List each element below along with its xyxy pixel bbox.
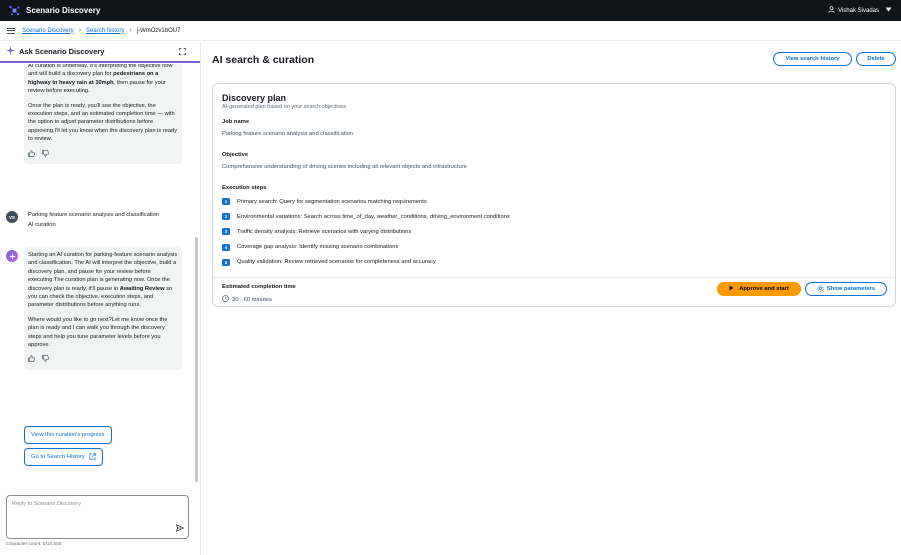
assistant-message: AI curation is underway. It's interpreti… bbox=[24, 64, 182, 165]
user-menu[interactable]: Vishak Sivadas bbox=[828, 0, 892, 21]
user-message-text: Parking feature scenario analysis and cl… bbox=[28, 212, 160, 228]
step-number-badge: 2 bbox=[222, 213, 230, 221]
execution-step: 2 Environmental variations: Search acros… bbox=[222, 213, 510, 221]
view-search-history-button[interactable]: View search history bbox=[773, 52, 852, 66]
chat-history[interactable]: AI curation is underway. It's interpreti… bbox=[0, 64, 201, 502]
clock-icon bbox=[222, 295, 229, 304]
thumbs-down-icon[interactable] bbox=[42, 149, 49, 160]
chevron-right-icon: › bbox=[78, 27, 82, 34]
app-title[interactable]: Scenario Discovery bbox=[26, 6, 100, 15]
user-icon bbox=[828, 6, 835, 15]
breadcrumb-item-search-history[interactable]: Search history bbox=[86, 28, 124, 34]
reply-placeholder: Reply to Scenario Discovery bbox=[12, 501, 82, 507]
estimated-time-label: Estimated completion time bbox=[222, 284, 296, 290]
step-text: Traffic density analysis: Retrieve scena… bbox=[237, 228, 412, 235]
execution-steps-list: 1 Primary search: Query for segmentation… bbox=[222, 198, 510, 274]
menu-icon[interactable] bbox=[7, 27, 15, 34]
execution-step: 3 Traffic density analysis: Retrieve sce… bbox=[222, 228, 510, 236]
user-message: VS Parking feature scenario analysis and… bbox=[6, 211, 186, 230]
assistant-panel-header: Ask Scenario Discovery bbox=[0, 42, 200, 63]
chat-scrollbar[interactable] bbox=[195, 237, 198, 482]
page-title: AI search & curation bbox=[212, 54, 315, 66]
step-number-badge: 3 bbox=[222, 228, 230, 236]
breadcrumb-item-scenario-discovery[interactable]: Scenario Discovery bbox=[22, 28, 74, 34]
discovery-plan-title: Discovery plan bbox=[222, 93, 287, 103]
message-paragraph: Once the plan is ready, you'll see the o… bbox=[28, 102, 178, 143]
step-text: Environmental variations: Search across … bbox=[237, 213, 510, 220]
message-paragraph: Where would you like to go next?Let me k… bbox=[28, 316, 168, 349]
estimated-time: 30 - 60 minutes bbox=[222, 295, 272, 304]
assistant-message: Starting an AI curation for parking-feat… bbox=[24, 247, 182, 370]
assistant-avatar-icon bbox=[6, 250, 18, 262]
breadcrumb: Scenario Discovery › Search history › j-… bbox=[0, 21, 901, 41]
step-text: Quality validation: Review retrieved sce… bbox=[237, 259, 436, 266]
approve-and-start-button[interactable]: Approve and start bbox=[717, 282, 801, 296]
user-name: Vishak Sivadas bbox=[838, 7, 879, 14]
objective-value: Comprehensive understanding of driving s… bbox=[222, 164, 467, 170]
app-logo-icon[interactable] bbox=[8, 4, 21, 17]
top-navigation-bar: Scenario Discovery Vishak Sivadas bbox=[0, 0, 901, 21]
external-link-icon bbox=[89, 452, 96, 462]
discovery-plan-card: Discovery plan AI-generated plan based o… bbox=[212, 83, 896, 307]
feedback-controls bbox=[28, 355, 178, 365]
step-text: Coverage gap analysis: Identify missing … bbox=[237, 244, 399, 251]
play-icon bbox=[729, 285, 734, 293]
chevron-right-icon: › bbox=[129, 27, 132, 34]
job-name-value: Parking feature scenario analysis and cl… bbox=[222, 131, 354, 137]
execution-step: 4 Coverage gap analysis: Identify missin… bbox=[222, 243, 510, 251]
delete-button[interactable]: Delete bbox=[856, 52, 896, 66]
sparkle-icon bbox=[6, 46, 15, 57]
execution-steps-label: Execution steps bbox=[222, 185, 267, 191]
avatar: VS bbox=[6, 211, 18, 223]
settings-icon bbox=[817, 284, 824, 294]
send-icon[interactable] bbox=[175, 524, 185, 534]
thumbs-up-icon[interactable] bbox=[28, 149, 35, 160]
expand-icon[interactable] bbox=[179, 48, 186, 57]
estimated-time-value: 30 - 60 minutes bbox=[232, 296, 272, 303]
step-number-badge: 5 bbox=[222, 258, 230, 266]
step-text: Primary search: Query for segmentation s… bbox=[237, 198, 427, 205]
step-number-badge: 1 bbox=[222, 198, 230, 205]
go-to-search-history-button[interactable]: Go to Search History bbox=[24, 448, 103, 466]
breadcrumb-current: j-WmOzv1bOU7 bbox=[136, 27, 181, 34]
assistant-panel-title: Ask Scenario Discovery bbox=[19, 47, 105, 56]
thumbs-down-icon[interactable] bbox=[42, 355, 49, 365]
caret-down-icon bbox=[882, 7, 892, 14]
thumbs-up-icon[interactable] bbox=[28, 355, 35, 365]
card-divider bbox=[213, 277, 895, 278]
execution-step: 5 Quality validation: Review retrieved s… bbox=[222, 258, 510, 266]
reply-input[interactable]: Reply to Scenario Discovery bbox=[6, 495, 189, 539]
job-name-label: Job name bbox=[222, 119, 250, 125]
step-number-badge: 4 bbox=[222, 243, 230, 251]
show-parameters-button[interactable]: Show parameters bbox=[805, 282, 887, 296]
message-paragraph: Starting an AI curation for parking-feat… bbox=[28, 252, 178, 309]
character-count: Character count: 0/10,000 bbox=[6, 542, 62, 547]
execution-step: 1 Primary search: Query for segmentation… bbox=[222, 198, 510, 205]
view-curation-progress-button[interactable]: View this curation's progress bbox=[24, 426, 112, 444]
discovery-plan-subtitle: AI-generated plan based on your search o… bbox=[222, 104, 347, 110]
message-paragraph: AI curation is underway. It's interpreti… bbox=[28, 64, 173, 95]
feedback-controls bbox=[28, 149, 178, 160]
objective-label: Objective bbox=[222, 152, 249, 158]
